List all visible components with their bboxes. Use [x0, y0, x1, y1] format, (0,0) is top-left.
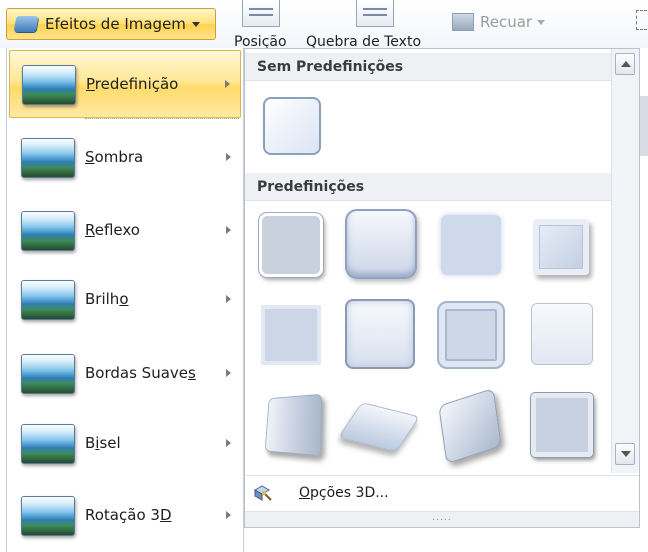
- section-header-no-preset: Sem Predefinições: [245, 53, 611, 81]
- position-icon[interactable]: [242, 0, 280, 27]
- send-backward-icon: [452, 13, 474, 31]
- 3d-options-label: Opções 3D...: [299, 485, 389, 501]
- preset-none-tile[interactable]: [263, 97, 321, 155]
- effects-menu: Predefinição Sombra Reflexo Brilho Borda…: [6, 48, 244, 552]
- menu-item-bevel[interactable]: Bisel: [9, 410, 241, 478]
- chevron-right-icon: [226, 439, 231, 447]
- chevron-right-icon: [226, 153, 231, 161]
- menu-item-label: Predefinição: [86, 75, 179, 93]
- preset-tile-7[interactable]: [437, 301, 505, 369]
- menu-item-3d-rotation[interactable]: Rotação 3D: [9, 482, 241, 550]
- chevron-right-icon: [225, 80, 230, 88]
- menu-item-label: Sombra: [85, 148, 144, 166]
- gallery-scrollbar[interactable]: [611, 49, 639, 473]
- menu-item-soft-edges[interactable]: Bordas Suaves: [9, 340, 241, 408]
- 3d-rotation-thumbnail-icon: [21, 496, 75, 536]
- preset-thumbnail-icon: [22, 65, 76, 105]
- chevron-down-icon: [191, 21, 200, 27]
- arrow-down-icon: [621, 451, 631, 457]
- menu-item-shadow[interactable]: Sombra: [9, 124, 241, 192]
- preset-tile-2[interactable]: [345, 209, 417, 279]
- 3d-options-item[interactable]: Opções 3D...: [245, 475, 639, 511]
- chevron-right-icon: [226, 511, 231, 519]
- menu-item-glow[interactable]: Brilho: [9, 266, 241, 334]
- shadow-thumbnail-icon: [21, 138, 75, 178]
- bevel-thumbnail-icon: [21, 424, 75, 464]
- group-icon[interactable]: [636, 10, 647, 30]
- scroll-down-button[interactable]: [615, 443, 635, 465]
- picture-effects-button[interactable]: Efeitos de Imagem: [6, 8, 216, 40]
- menu-item-label: Bordas Suaves: [85, 364, 196, 382]
- 3d-options-icon: [253, 485, 272, 501]
- preset-tile-8[interactable]: [531, 303, 593, 365]
- menu-item-reflection[interactable]: Reflexo: [9, 197, 241, 265]
- preset-tile-1[interactable]: [259, 213, 323, 277]
- menu-item-label: Bisel: [85, 434, 121, 452]
- send-backward-button[interactable]: Recuar: [452, 13, 546, 31]
- divider: [85, 118, 239, 119]
- picture-effects-icon: [13, 16, 39, 32]
- scroll-up-button[interactable]: [615, 53, 635, 75]
- preset-tile-10[interactable]: [337, 402, 421, 452]
- preset-tile-11[interactable]: [438, 387, 502, 465]
- preset-tile-12[interactable]: [531, 393, 593, 457]
- preset-tile-3[interactable]: [441, 215, 501, 275]
- menu-item-preset[interactable]: Predefinição: [9, 50, 241, 118]
- preset-tile-9[interactable]: [264, 393, 323, 457]
- chevron-down-icon: [537, 19, 546, 25]
- preset-tile-6[interactable]: [345, 299, 415, 369]
- reflection-thumbnail-icon: [21, 211, 75, 251]
- chevron-right-icon: [226, 369, 231, 377]
- menu-item-label: Rotação 3D: [85, 506, 172, 524]
- wrap-text-icon[interactable]: [356, 0, 394, 27]
- preset-gallery: Sem Predefinições Predefinições Opções 3…: [244, 48, 640, 528]
- picture-effects-label: Efeitos de Imagem: [45, 15, 186, 33]
- resize-grip[interactable]: .....: [245, 511, 639, 527]
- chevron-right-icon: [226, 226, 231, 234]
- preset-tile-4[interactable]: [533, 219, 589, 275]
- menu-item-label: Reflexo: [85, 221, 140, 239]
- arrow-up-icon: [621, 61, 631, 67]
- send-backward-label: Recuar: [480, 13, 533, 31]
- chevron-right-icon: [226, 295, 231, 303]
- section-header-presets: Predefinições: [245, 173, 611, 201]
- soft-edges-thumbnail-icon: [21, 354, 75, 394]
- glow-thumbnail-icon: [21, 280, 75, 320]
- preset-tile-5[interactable]: [261, 305, 321, 365]
- menu-item-label: Brilho: [85, 290, 129, 308]
